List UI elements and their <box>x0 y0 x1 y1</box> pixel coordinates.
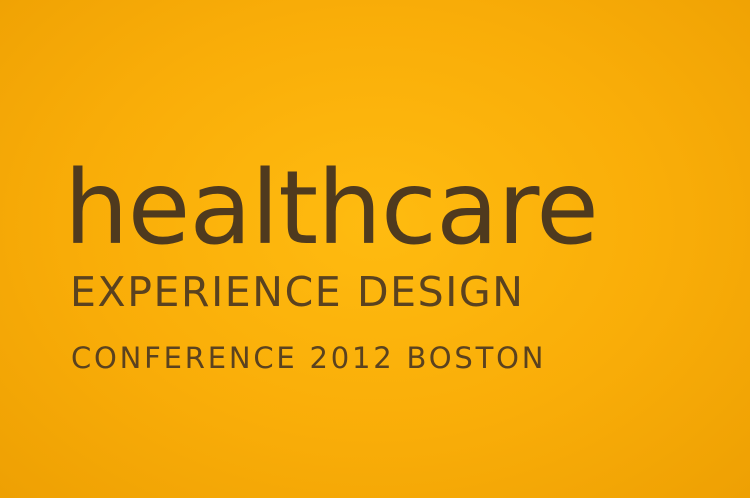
sign-title: healthcare <box>64 149 599 268</box>
sign-subtitle: EXPERIENCE DESIGN <box>70 268 525 316</box>
conference-sign: healthcare EXPERIENCE DESIGN CONFERENCE … <box>0 0 750 498</box>
sign-tagline: CONFERENCE 2012 BOSTON <box>71 341 547 375</box>
